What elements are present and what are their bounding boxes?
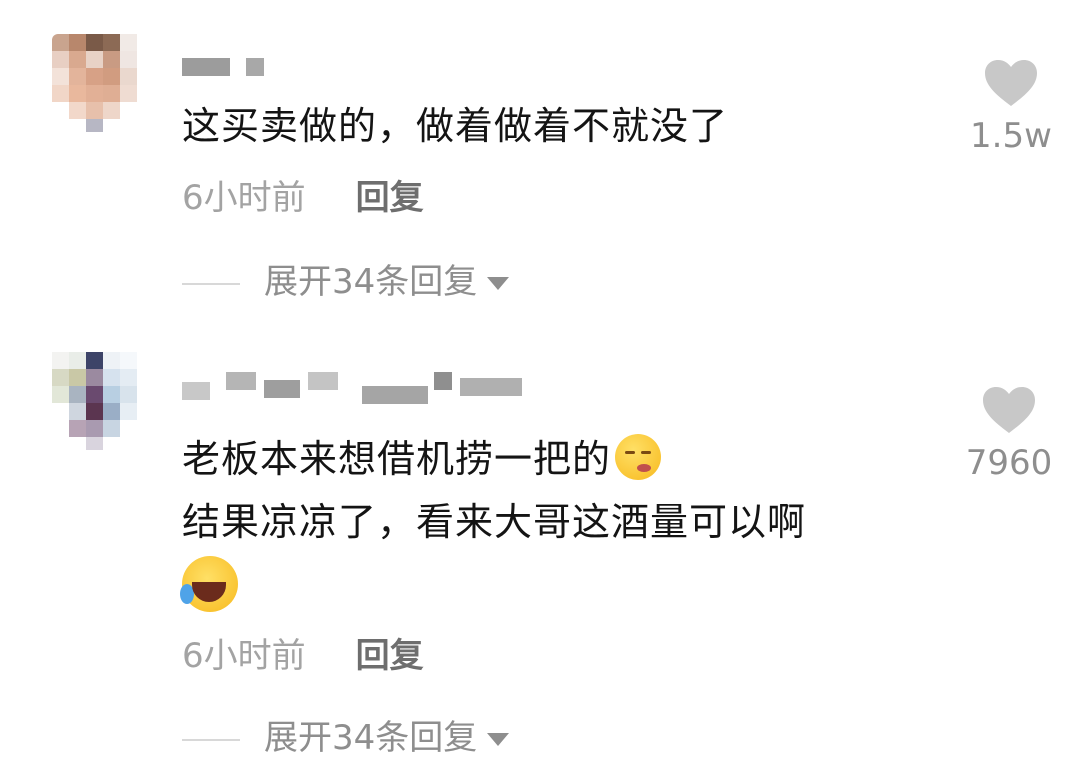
reply-button[interactable]: 回复 [356, 178, 424, 218]
like-button[interactable]: 7960 [954, 385, 1064, 483]
like-button[interactable]: 1.5w [956, 58, 1066, 156]
heart-icon[interactable] [983, 58, 1039, 108]
heart-icon[interactable] [981, 385, 1037, 435]
comment-item: 这买卖做的，做着做着不就没了 6小时前 回复 展开34条回复 1.5w [0, 0, 1080, 330]
avatar[interactable] [52, 352, 150, 450]
reply-button[interactable]: 回复 [356, 636, 424, 676]
like-count: 7960 [965, 443, 1053, 483]
shush-emoji-icon [615, 434, 662, 480]
expand-replies-label: 展开34条回复 [264, 718, 478, 758]
comment-item: 老板本来想借机捞一把的 结果凉凉了，看来大哥这酒量可以啊 6小时前 回复 展开34… [0, 330, 1080, 779]
caret-down-icon [487, 277, 510, 290]
expand-replies-button[interactable]: 展开34条回复 [182, 262, 510, 302]
laughing-crying-emoji-icon [180, 556, 238, 612]
comment-time: 6小时前 [182, 178, 306, 218]
comment-meta: 6小时前 回复 [182, 636, 424, 676]
comment-meta: 6小时前 回复 [182, 178, 424, 218]
expand-replies-label: 展开34条回复 [264, 262, 478, 302]
avatar[interactable] [52, 34, 150, 132]
like-count: 1.5w [970, 116, 1052, 156]
comment-text-line-1: 老板本来想借机捞一把的 [182, 434, 662, 483]
divider-dash [182, 282, 240, 285]
divider-dash [182, 738, 240, 741]
comment-time: 6小时前 [182, 636, 306, 676]
comment-text: 这买卖做的，做着做着不就没了 [182, 104, 729, 148]
caret-down-icon [487, 733, 510, 746]
expand-replies-button[interactable]: 展开34条回复 [182, 718, 510, 758]
comment-text-line-2: 结果凉凉了，看来大哥这酒量可以啊 [182, 500, 807, 544]
